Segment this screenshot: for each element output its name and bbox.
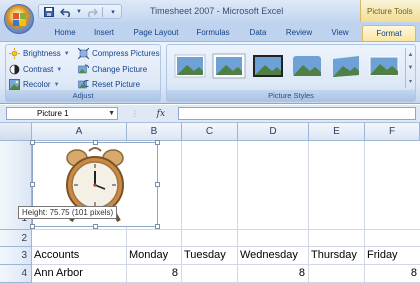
- tab-page-layout[interactable]: Page Layout: [124, 25, 188, 41]
- style-thumbnail-4[interactable]: [290, 53, 324, 79]
- column-header-b[interactable]: B: [127, 123, 182, 141]
- gallery-down-icon[interactable]: ▼: [408, 65, 414, 71]
- resize-handle-right[interactable]: [155, 182, 160, 187]
- insert-function-button[interactable]: fx: [157, 109, 165, 119]
- reset-picture-icon: [78, 79, 89, 90]
- resize-handle-left[interactable]: [30, 182, 35, 187]
- row-header-4[interactable]: 4: [0, 265, 32, 283]
- gallery-up-icon[interactable]: ▲: [408, 52, 414, 58]
- compress-pictures-button[interactable]: Compress Pictures: [77, 47, 160, 60]
- contrast-label: Contrast: [23, 65, 54, 74]
- column-header-a[interactable]: A: [32, 123, 127, 141]
- office-button[interactable]: [4, 4, 34, 34]
- customize-icon[interactable]: ▾: [106, 6, 120, 18]
- undo-icon[interactable]: [59, 6, 73, 18]
- cell-c3[interactable]: Tuesday: [182, 247, 237, 264]
- quick-access-toolbar: ▼ ▾: [38, 4, 122, 19]
- cell-f4[interactable]: 8: [365, 265, 420, 282]
- resize-handle-bottom-left[interactable]: [30, 224, 35, 229]
- recolor-icon: [9, 79, 20, 90]
- column-header-e[interactable]: E: [309, 123, 365, 141]
- ribbon: Brightness ▼ Contrast ▼ Recolor ▼ Compre…: [0, 41, 420, 104]
- tab-formulas[interactable]: Formulas: [188, 25, 238, 41]
- style-thumbnail-2[interactable]: [212, 53, 246, 79]
- chevron-down-icon: ▼: [63, 50, 70, 57]
- style-thumbnail-3[interactable]: [251, 53, 285, 79]
- cell-b3[interactable]: Monday: [127, 247, 181, 264]
- save-icon[interactable]: [42, 6, 56, 18]
- window-title: Timesheet 2007 - Microsoft Excel: [150, 6, 284, 16]
- gallery-scrollbar: ▲ ▼ ▾: [405, 48, 415, 88]
- picture-tools-header: Picture Tools: [360, 0, 420, 22]
- cell-d3[interactable]: Wednesday: [238, 247, 308, 264]
- undo-dropdown-icon[interactable]: ▼: [76, 6, 82, 18]
- picture-styles-group: ▲ ▼ ▾ Picture Styles: [166, 44, 416, 102]
- resize-handle-bottom-right[interactable]: [155, 224, 160, 229]
- compress-label: Compress Pictures: [92, 49, 160, 58]
- formula-bar: Picture 1 ▼ ⋮ fx: [0, 105, 420, 123]
- compress-icon: [77, 47, 90, 60]
- name-box-value: Picture 1: [37, 109, 69, 118]
- tab-home[interactable]: Home: [46, 25, 84, 41]
- picture-tools-label: Picture Tools: [367, 7, 413, 16]
- row-header-3[interactable]: 3: [0, 247, 32, 265]
- column-header-f[interactable]: F: [365, 123, 420, 141]
- cell-f3[interactable]: Friday: [365, 247, 420, 264]
- change-picture-label: Change Picture: [92, 65, 148, 74]
- resize-handle-top-left[interactable]: [30, 140, 35, 145]
- chevron-down-icon: ▼: [56, 66, 63, 73]
- style-thumbnail-6[interactable]: [367, 53, 401, 79]
- brightness-label: Brightness: [23, 49, 61, 58]
- cell-d4[interactable]: 8: [238, 265, 308, 282]
- adjust-group: Brightness ▼ Contrast ▼ Recolor ▼ Compre…: [5, 44, 161, 102]
- fx-icon: fx: [156, 108, 166, 119]
- chevron-down-icon: ▼: [53, 81, 60, 88]
- contrast-icon: [9, 64, 20, 75]
- gridline: [32, 229, 420, 230]
- column-header-d[interactable]: D: [238, 123, 309, 141]
- tab-format[interactable]: Format: [362, 25, 416, 41]
- resize-handle-bottom[interactable]: [93, 224, 98, 229]
- formula-input[interactable]: [178, 107, 416, 120]
- cell-b4[interactable]: 8: [127, 265, 181, 282]
- redo-icon[interactable]: [85, 6, 99, 18]
- select-all-corner[interactable]: [0, 123, 32, 141]
- recolor-label: Recolor: [23, 80, 51, 89]
- adjust-group-label: Adjust: [6, 90, 160, 101]
- row-header-2[interactable]: 2: [0, 230, 32, 247]
- gallery-more-icon[interactable]: ▾: [409, 78, 412, 85]
- change-picture-icon: [78, 64, 90, 75]
- tab-view[interactable]: View: [322, 25, 358, 41]
- size-tooltip: Height: 75.75 (101 pixels): [18, 206, 118, 219]
- resize-handle-top[interactable]: [93, 140, 98, 145]
- ribbon-tabs: Home Insert Page Layout Formulas Data Re…: [0, 22, 420, 41]
- column-header-c[interactable]: C: [182, 123, 238, 141]
- style-thumbnail-5[interactable]: [329, 53, 363, 79]
- change-picture-button[interactable]: Change Picture: [78, 63, 147, 76]
- picture-styles-group-label: Picture Styles: [167, 90, 415, 101]
- title-bar: ▼ ▾ Timesheet 2007 - Microsoft Excel Pic…: [0, 0, 420, 22]
- qat-separator: [102, 6, 103, 17]
- office-logo-icon: [13, 13, 26, 26]
- reset-picture-label: Reset Picture: [92, 80, 141, 89]
- style-thumbnail-1[interactable]: [173, 53, 207, 79]
- chevron-down-icon[interactable]: ▼: [108, 108, 115, 120]
- cell-e3[interactable]: Thursday: [309, 247, 364, 264]
- brightness-button[interactable]: Brightness ▼: [9, 47, 70, 60]
- formula-controls: ⋮ fx: [122, 107, 174, 120]
- separator-dots-icon: ⋮: [130, 109, 139, 118]
- tab-review[interactable]: Review: [278, 25, 320, 41]
- name-box[interactable]: Picture 1 ▼: [6, 107, 118, 120]
- cell-a4[interactable]: Ann Arbor: [32, 265, 126, 282]
- cell-a3[interactable]: Accounts: [32, 247, 126, 264]
- resize-handle-top-right[interactable]: [155, 140, 160, 145]
- contrast-button[interactable]: Contrast ▼: [9, 63, 62, 76]
- tab-data[interactable]: Data: [240, 25, 276, 41]
- tab-insert[interactable]: Insert: [84, 25, 124, 41]
- brightness-icon: [9, 48, 20, 59]
